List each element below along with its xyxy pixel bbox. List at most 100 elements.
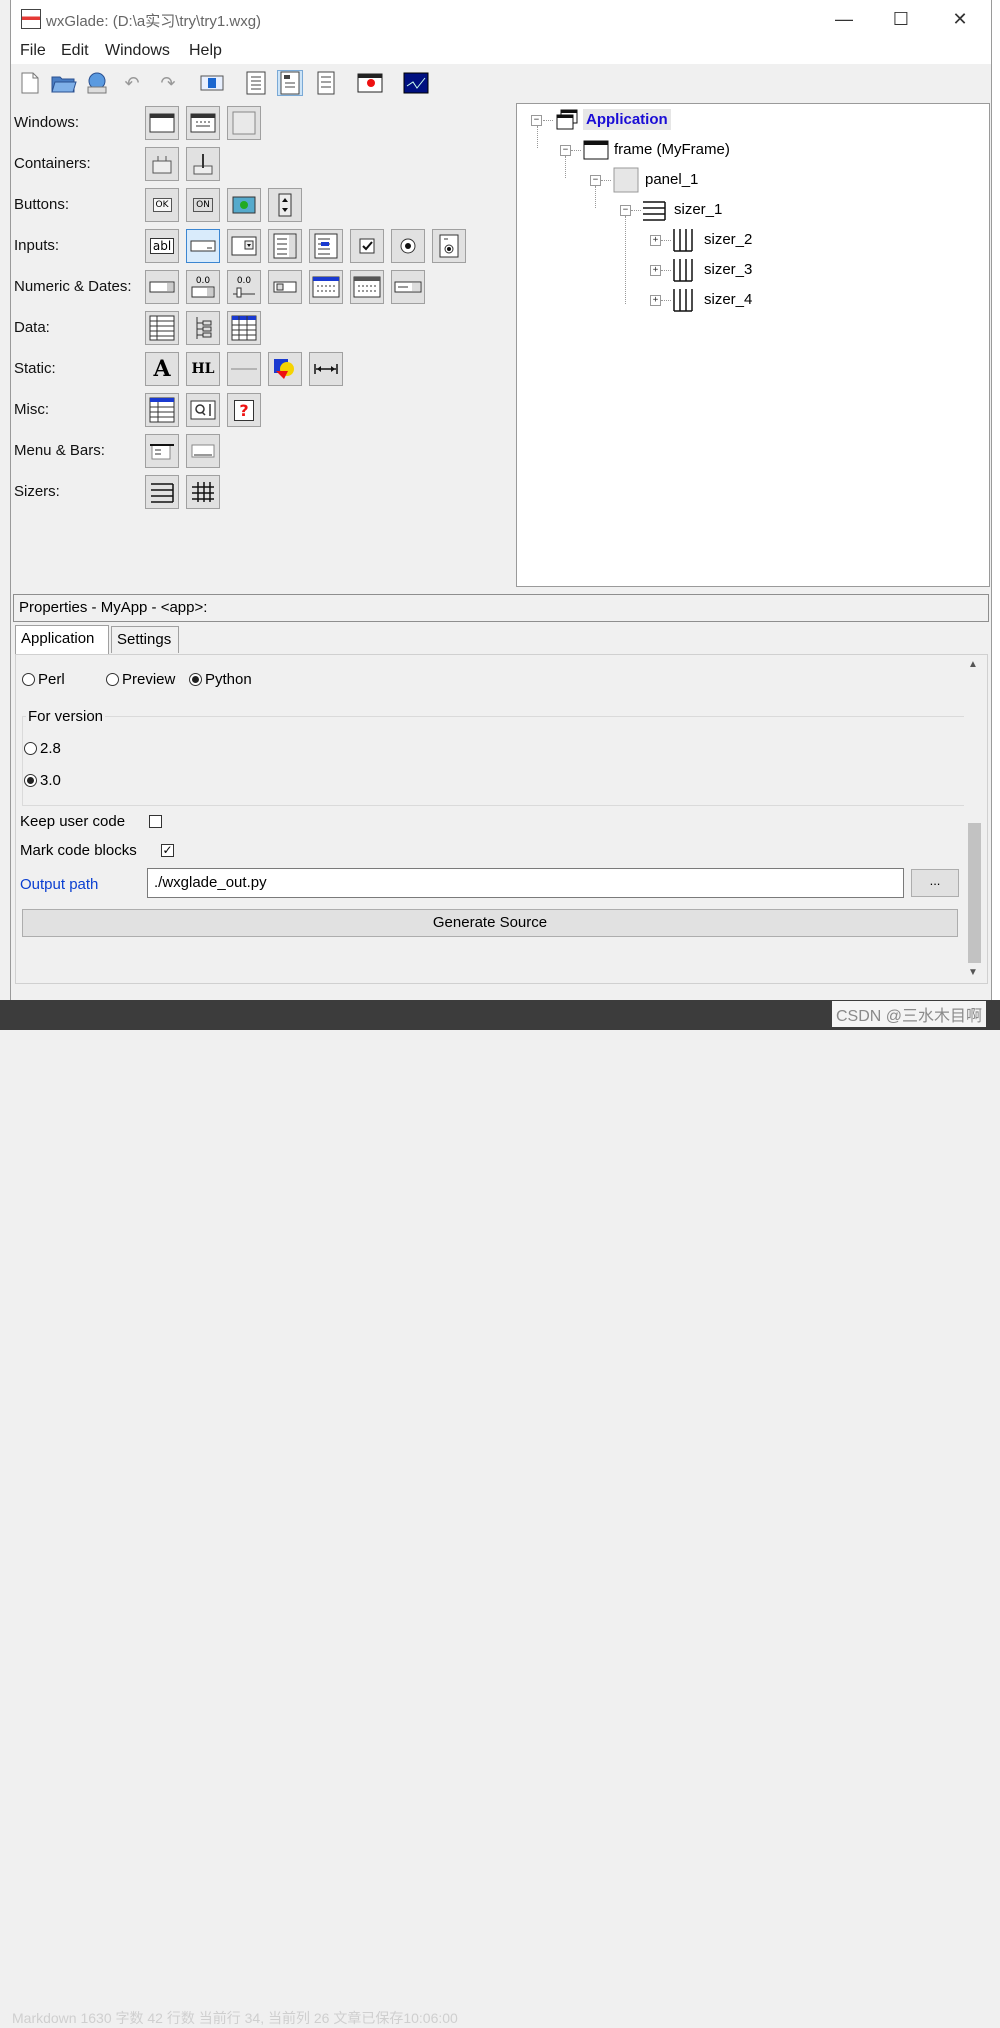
calendar-widget[interactable]	[309, 270, 343, 304]
collapse-frame-toggle[interactable]: −	[560, 145, 571, 156]
browse-button[interactable]: ...	[911, 869, 959, 897]
tree-node-panel[interactable]: panel_1	[645, 171, 698, 188]
close-button[interactable]: ✕	[937, 0, 983, 38]
save-icon[interactable]	[85, 70, 111, 96]
minimize-button[interactable]: —	[821, 0, 867, 38]
radio-perl[interactable]	[22, 673, 35, 686]
shell-icon[interactable]	[403, 70, 429, 96]
radio-python[interactable]	[189, 673, 202, 686]
menu-help[interactable]: Help	[189, 42, 222, 60]
collapse-application-toggle[interactable]: −	[531, 115, 542, 126]
tab-application[interactable]: Application	[15, 625, 109, 655]
new-icon[interactable]	[17, 70, 43, 96]
combobox-widget[interactable]	[186, 229, 220, 263]
splitter-button[interactable]	[145, 147, 179, 181]
scroll-up-icon[interactable]: ▲	[968, 659, 978, 670]
dialog-button[interactable]	[186, 106, 220, 140]
choice-widget[interactable]	[227, 229, 261, 263]
tree-node-sizer-4[interactable]: sizer_4	[704, 291, 752, 308]
text-ctrl-widget[interactable]: abl	[145, 229, 179, 263]
view-tree-icon[interactable]	[243, 70, 269, 96]
undo-icon[interactable]: ↶	[119, 70, 145, 96]
grid-sizer-widget[interactable]	[186, 475, 220, 509]
language-option-perl[interactable]: Perl	[22, 671, 65, 688]
expand-sizer3-toggle[interactable]: +	[650, 265, 661, 276]
palette-label-misc: Misc:	[14, 401, 49, 418]
view-props-icon[interactable]	[277, 70, 303, 96]
static-line-widget[interactable]	[227, 352, 261, 386]
box-sizer-widget[interactable]	[145, 475, 179, 509]
mark-code-blocks-checkbox[interactable]: ✓	[161, 844, 174, 857]
property-grid-widget[interactable]	[145, 393, 179, 427]
tree-node-sizer-3[interactable]: sizer_3	[704, 261, 752, 278]
scrollbar-thumb[interactable]	[968, 823, 981, 963]
tree-node-sizer-2[interactable]: sizer_2	[704, 231, 752, 248]
toggle-button-widget[interactable]: ON	[186, 188, 220, 222]
list-ctrl-widget[interactable]	[227, 311, 261, 345]
view-palette-icon[interactable]	[313, 70, 339, 96]
tree-node-application[interactable]: Application	[583, 109, 671, 130]
tree-ctrl-widget[interactable]	[186, 311, 220, 345]
language-label-preview: Preview	[122, 671, 176, 688]
menubar-widget[interactable]	[145, 434, 179, 468]
expand-sizer2-toggle[interactable]: +	[650, 235, 661, 246]
preview-icon[interactable]	[357, 70, 383, 96]
output-path-input[interactable]: ./wxglade_out.py	[147, 868, 904, 898]
menu-file[interactable]: File	[20, 42, 46, 60]
slider-widget[interactable]	[268, 270, 302, 304]
watermark: CSDN @三水木目啊	[831, 1001, 986, 1027]
properties-scrollbar[interactable]: ▲ ▼	[964, 655, 985, 983]
redo-icon[interactable]: ↷	[155, 70, 181, 96]
radiobox-widget[interactable]	[432, 229, 466, 263]
datepicker-widget[interactable]	[350, 270, 384, 304]
radio-version-3-0[interactable]	[24, 774, 37, 787]
version-option-2-8[interactable]: 2.8	[24, 740, 61, 757]
tab-settings[interactable]: Settings	[111, 626, 179, 653]
bitmap-button-widget[interactable]	[227, 188, 261, 222]
radio-preview[interactable]	[106, 673, 119, 686]
notebook-button[interactable]	[186, 147, 220, 181]
listbox-widget[interactable]	[268, 229, 302, 263]
maximize-button[interactable]: ☐	[878, 0, 924, 38]
collapse-panel-toggle[interactable]: −	[590, 175, 601, 186]
window-title: wxGlade: (D:\a实习\try\try1.wxg)	[46, 13, 262, 30]
spinctrl-double-widget[interactable]: 0.0	[186, 270, 220, 304]
static-text-widget[interactable]: A	[145, 352, 179, 386]
palette-label-windows: Windows:	[14, 114, 80, 131]
menu-windows[interactable]: Windows	[105, 42, 170, 60]
slider-double-widget[interactable]: 0.0	[227, 270, 261, 304]
spacer-widget[interactable]	[309, 352, 343, 386]
language-option-python[interactable]: Python	[189, 671, 252, 688]
static-bitmap-widget[interactable]	[268, 352, 302, 386]
menu-edit[interactable]: Edit	[61, 42, 89, 60]
checklist-widget[interactable]	[309, 229, 343, 263]
ok-button-widget[interactable]: OK	[145, 188, 179, 222]
radio-version-2-8[interactable]	[24, 742, 37, 755]
custom-widget[interactable]: ?	[227, 393, 261, 427]
version-label-3-0: 3.0	[40, 772, 61, 789]
timepicker-widget[interactable]	[391, 270, 425, 304]
collapse-sizer1-toggle[interactable]: −	[620, 205, 631, 216]
version-option-3-0[interactable]: 3.0	[24, 772, 61, 789]
tree-node-frame[interactable]: frame (MyFrame)	[614, 141, 730, 158]
tree-node-sizer-1[interactable]: sizer_1	[674, 201, 722, 218]
panel-button[interactable]	[227, 106, 261, 140]
spinctrl-widget[interactable]	[145, 270, 179, 304]
checkbox-widget[interactable]	[350, 229, 384, 263]
palette-label-containers: Containers:	[14, 155, 91, 172]
open-icon[interactable]	[51, 70, 77, 96]
language-option-preview[interactable]: Preview	[106, 671, 175, 688]
statusbar-widget[interactable]	[186, 434, 220, 468]
search-ctrl-widget[interactable]	[186, 393, 220, 427]
generate-source-button[interactable]: Generate Source	[22, 909, 958, 937]
grid-widget[interactable]	[145, 311, 179, 345]
hyperlink-widget[interactable]: HL	[186, 352, 220, 386]
frame-button[interactable]	[145, 106, 179, 140]
radio-widget[interactable]	[391, 229, 425, 263]
expand-sizer4-toggle[interactable]: +	[650, 295, 661, 306]
spin-button-widget[interactable]	[268, 188, 302, 222]
keep-user-code-checkbox[interactable]	[149, 815, 162, 828]
layout-icon[interactable]	[199, 70, 225, 96]
version-group-label: For version	[26, 708, 106, 725]
scroll-down-icon[interactable]: ▼	[968, 967, 978, 978]
